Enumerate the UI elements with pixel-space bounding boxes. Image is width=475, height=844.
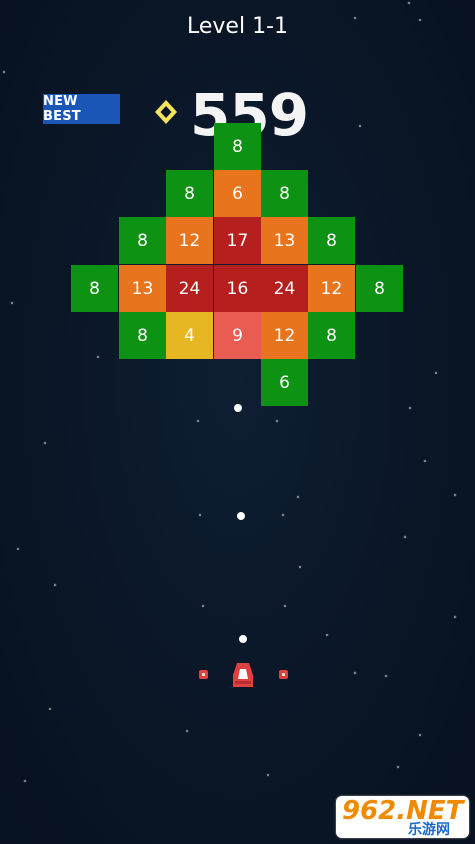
block: 13 bbox=[119, 265, 166, 312]
block: 4 bbox=[166, 312, 213, 359]
left-wing-turret bbox=[199, 670, 208, 679]
block: 8 bbox=[214, 123, 261, 170]
block: 12 bbox=[261, 312, 308, 359]
block: 8 bbox=[261, 170, 308, 217]
block: 8 bbox=[71, 265, 118, 312]
block: 6 bbox=[261, 359, 308, 406]
block: 8 bbox=[308, 312, 355, 359]
block: 24 bbox=[261, 265, 308, 312]
block: 9 bbox=[214, 312, 261, 359]
block: 8 bbox=[166, 170, 213, 217]
site-watermark: 962.NET 乐游网 bbox=[336, 796, 469, 838]
block: 8 bbox=[356, 265, 403, 312]
block: 13 bbox=[261, 217, 308, 264]
right-wing-turret bbox=[279, 670, 288, 679]
block: 12 bbox=[166, 217, 213, 264]
block: 6 bbox=[214, 170, 261, 217]
block: 8 bbox=[308, 217, 355, 264]
ball bbox=[237, 512, 245, 520]
block: 17 bbox=[214, 217, 261, 264]
block: 8 bbox=[119, 217, 166, 264]
watermark-sub: 乐游网 bbox=[408, 822, 450, 838]
ball bbox=[234, 404, 242, 412]
block: 12 bbox=[308, 265, 355, 312]
level-title: Level 1-1 bbox=[187, 14, 288, 39]
block: 24 bbox=[166, 265, 213, 312]
block: 8 bbox=[119, 312, 166, 359]
diamond-icon bbox=[155, 100, 177, 124]
block: 16 bbox=[214, 265, 261, 312]
player-ship[interactable] bbox=[229, 661, 257, 689]
ball bbox=[239, 635, 247, 643]
new-best-badge: NEW BEST bbox=[43, 94, 120, 124]
